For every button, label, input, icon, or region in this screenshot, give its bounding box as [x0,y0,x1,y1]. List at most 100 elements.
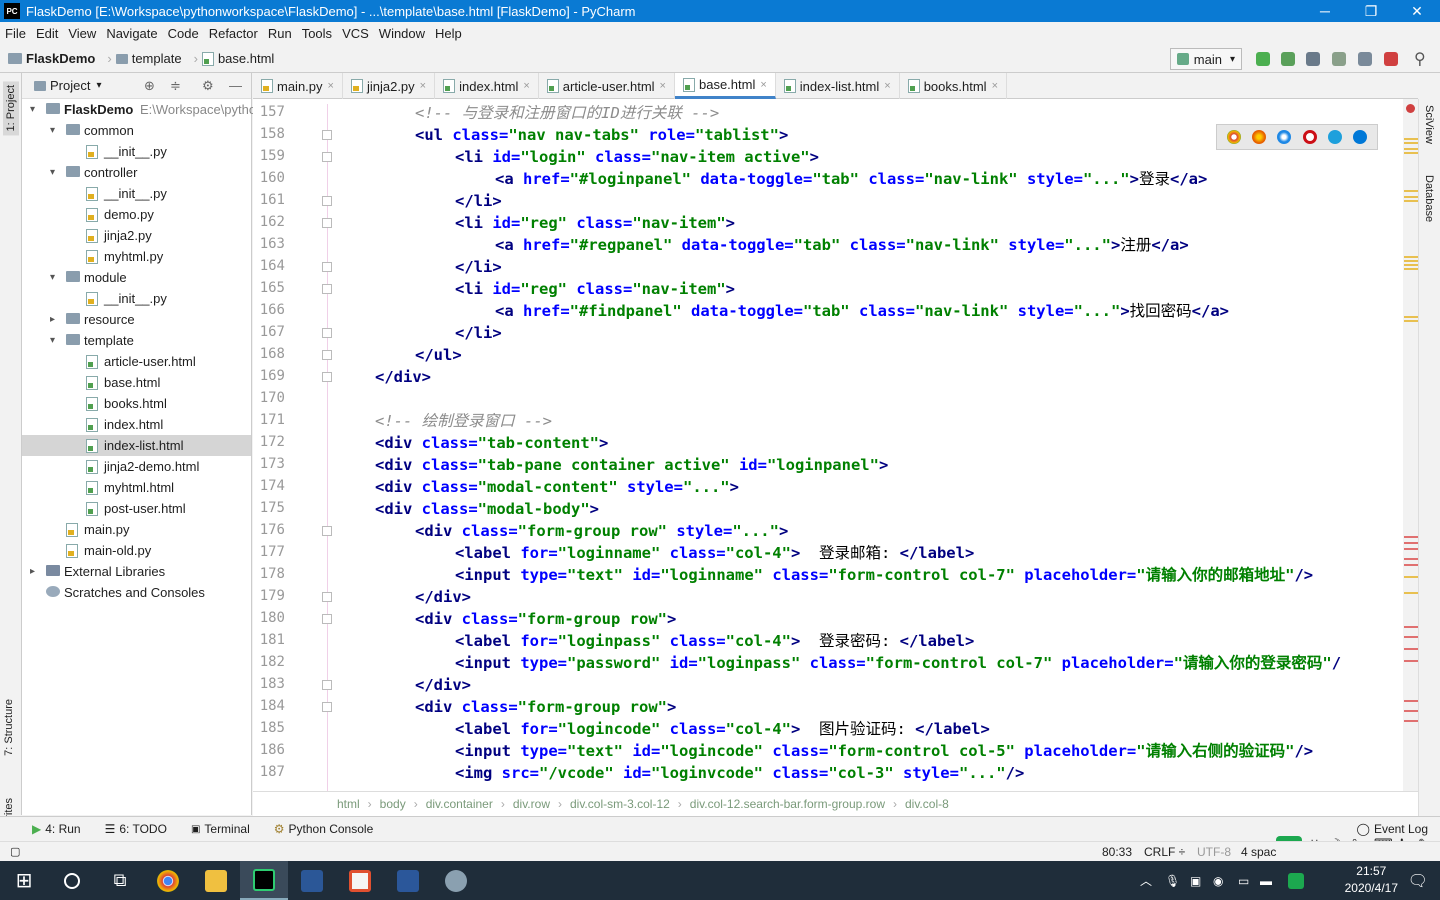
sogou-tray-icon[interactable] [1288,872,1304,889]
notification-icon[interactable]: 🗨 [1408,871,1428,891]
chrome-icon[interactable] [1226,130,1241,144]
browser-globe-icon[interactable] [432,861,480,900]
tree-item[interactable]: jinja2-demo.html [22,456,251,477]
path-segment[interactable]: div.col-8 [901,797,953,811]
scroll-marker[interactable] [1404,190,1418,192]
fold-marker-icon[interactable] [322,130,332,140]
menu-tools[interactable]: Tools [297,26,337,41]
pycharm-taskbar-icon[interactable] [240,861,288,900]
path-segment[interactable]: body [376,797,410,811]
scroll-marker[interactable] [1404,142,1418,144]
close-tab-icon[interactable]: × [884,80,890,92]
python-console-tool-button[interactable]: ⚙ Python Console [262,822,386,836]
task-view-icon[interactable]: ⧉ [96,861,144,900]
scroll-marker[interactable] [1404,260,1418,262]
path-segment[interactable]: html [333,797,364,811]
tree-item[interactable]: article-user.html [22,351,251,372]
menu-vcs[interactable]: VCS [337,26,374,41]
breadcrumb-project[interactable]: FlaskDemo [0,51,99,66]
menu-navigate[interactable]: Navigate [101,26,162,41]
menu-window[interactable]: Window [374,26,430,41]
scroll-marker[interactable] [1404,660,1418,662]
safari-icon[interactable] [1277,130,1292,144]
code-editor[interactable]: <!-- 与登录和注册窗口的ID进行关联 --> <ul class="nav n… [333,99,1403,791]
tab-base-html[interactable]: base.html × [674,73,776,99]
path-segment[interactable]: div.container [422,797,497,811]
scroll-marker[interactable] [1404,256,1418,258]
hide-icon[interactable]: — [229,78,242,93]
windows-start-icon[interactable]: ⊞ [0,861,48,900]
scroll-marker[interactable] [1404,316,1418,318]
tree-item[interactable]: __init__.py [22,288,251,309]
run-config-select[interactable]: main ▾ [1169,48,1242,70]
search-circle-icon[interactable] [48,861,96,900]
debug-icon[interactable] [1281,52,1295,66]
menu-help[interactable]: Help [430,26,467,41]
clock[interactable]: 21:57 2020/4/17 [1345,863,1398,897]
gear-icon[interactable]: ⚙ [202,78,214,94]
todo-tool-button[interactable]: ☰ 6: TODO [93,822,179,836]
scroll-marker[interactable] [1404,320,1418,322]
powerpoint-p-icon[interactable] [288,861,336,900]
tree-item[interactable]: ▾ common [22,120,251,141]
tree-item[interactable]: __init__.py [22,183,251,204]
tree-item[interactable]: myhtml.html [22,477,251,498]
scroll-marker[interactable] [1404,720,1418,722]
scroll-marker[interactable] [1404,268,1418,270]
fold-marker-icon[interactable] [322,592,332,602]
path-segment[interactable]: div.col-12.search-bar.form-group.row [686,797,889,811]
chevron-down-icon[interactable]: ▾ [50,125,55,136]
file-encoding[interactable]: UTF-8 [1197,845,1231,859]
tree-item[interactable]: ▸ External Libraries [22,561,251,582]
tree-item[interactable]: base.html [22,372,251,393]
close-button[interactable]: ✕ [1394,3,1440,20]
close-tab-icon[interactable]: × [523,80,529,92]
error-indicator-icon[interactable] [1406,104,1415,113]
fold-marker-icon[interactable] [322,526,332,536]
tree-item[interactable]: main.py [22,519,251,540]
sciview-tool-button[interactable]: SciView [1423,105,1435,144]
scroll-marker[interactable] [1404,626,1418,628]
fold-marker-icon[interactable] [322,372,332,382]
tree-item[interactable]: index-list.html [22,435,251,456]
tab-books-html[interactable]: books.html × [900,73,1008,99]
fold-marker-icon[interactable] [322,328,332,338]
chevron-down-icon[interactable]: ▾ [30,104,35,115]
coverage-icon[interactable] [1306,52,1320,66]
tray-chevron-up-icon[interactable]: ︿ [1140,872,1152,889]
chrome-taskbar-icon[interactable] [144,861,192,900]
tree-item[interactable]: post-user.html [22,498,251,519]
tab-index-html[interactable]: index.html × [435,73,539,99]
fold-marker-icon[interactable] [322,284,332,294]
chevron-right-icon[interactable]: ▸ [50,314,55,325]
ie-icon[interactable] [1327,130,1342,144]
tree-item[interactable]: index.html [22,414,251,435]
edge-icon[interactable] [1353,130,1368,144]
search-icon[interactable]: ⚲ [1414,49,1426,69]
fold-marker-icon[interactable] [322,262,332,272]
tree-item[interactable]: books.html [22,393,251,414]
close-tab-icon[interactable]: × [992,80,998,92]
breadcrumb-file[interactable]: › base.html [186,51,279,66]
rerun-icon[interactable] [1256,52,1270,66]
tab-jinja2-py[interactable]: jinja2.py × [343,73,436,99]
tab-index-list-html[interactable]: index-list.html × [776,73,900,99]
firefox-icon[interactable] [1251,130,1266,144]
maximize-button[interactable]: ❐ [1348,3,1394,20]
microphone-icon[interactable]: 🎙 [1165,874,1180,888]
scroll-marker[interactable] [1404,152,1418,154]
tree-item[interactable]: ▾ module [22,267,251,288]
tree-item[interactable]: demo.py [22,204,251,225]
concurrency-icon[interactable] [1358,52,1372,66]
database-tool-button[interactable]: Database [1423,175,1435,222]
scroll-marker[interactable] [1404,636,1418,638]
battery-icon[interactable]: ▬ [1260,874,1272,888]
menu-run[interactable]: Run [263,26,297,41]
fold-marker-icon[interactable] [322,680,332,690]
chevron-down-icon[interactable]: ▾ [50,272,55,283]
scroll-marker[interactable] [1404,536,1418,538]
fold-marker-icon[interactable] [322,152,332,162]
tree-item[interactable]: main-old.py [22,540,251,561]
scroll-marker[interactable] [1404,548,1418,550]
scroll-marker[interactable] [1404,648,1418,650]
